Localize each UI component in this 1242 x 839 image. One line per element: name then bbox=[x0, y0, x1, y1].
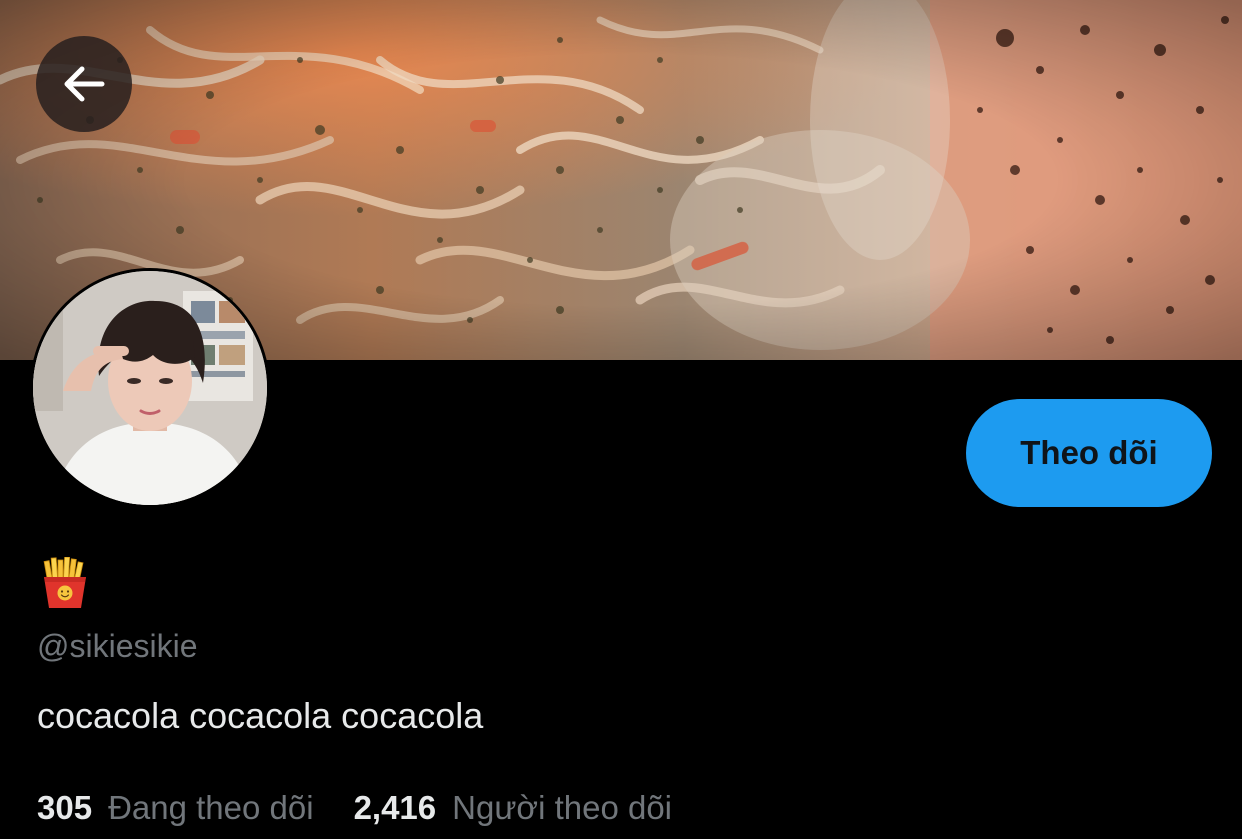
arrow-left-icon bbox=[64, 66, 105, 102]
follow-button[interactable]: Theo dõi bbox=[966, 399, 1212, 507]
following-count: 305 bbox=[37, 789, 93, 826]
back-button[interactable] bbox=[36, 36, 132, 132]
display-name bbox=[40, 556, 90, 609]
avatar-image bbox=[33, 271, 267, 505]
profile-stats: 305 Đang theo dõi 2,416 Người theo dõi bbox=[37, 786, 672, 830]
followers-count: 2,416 bbox=[353, 789, 437, 826]
following-link[interactable]: 305 Đang theo dõi bbox=[37, 786, 314, 830]
profile-handle: @sikiesikie bbox=[37, 628, 198, 664]
french-fries-emoji bbox=[43, 556, 86, 608]
following-label: Đang theo dõi bbox=[108, 789, 314, 826]
followers-label: Người theo dõi bbox=[452, 789, 673, 826]
followers-link[interactable]: 2,416 Người theo dõi bbox=[354, 786, 672, 830]
profile-bio: cocacola cocacola cocacola bbox=[37, 695, 484, 736]
profile-avatar[interactable] bbox=[30, 268, 270, 508]
